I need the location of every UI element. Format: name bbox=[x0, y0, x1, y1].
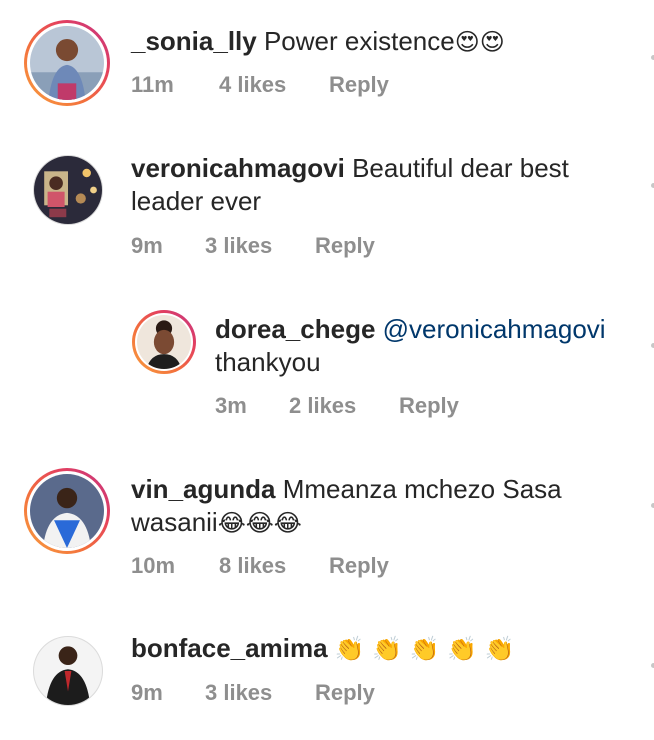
likes-count[interactable]: 8 likes bbox=[219, 553, 286, 579]
timestamp: 10m bbox=[131, 553, 176, 578]
profile-photo-icon bbox=[137, 315, 191, 369]
comment-body: Power existence bbox=[263, 26, 455, 56]
username[interactable]: dorea_chege bbox=[215, 314, 375, 344]
avatar[interactable] bbox=[33, 155, 103, 225]
likes-count[interactable]: 4 likes bbox=[219, 72, 286, 98]
likes-count[interactable]: 3 likes bbox=[205, 233, 272, 259]
timestamp: 11m bbox=[131, 72, 174, 97]
laughing-emoji: 😂😂😂 bbox=[217, 509, 302, 537]
comment-body: thankyou bbox=[215, 347, 321, 377]
comment-body: Beautiful dear best bbox=[352, 153, 569, 183]
profile-photo-icon bbox=[34, 637, 102, 705]
profile-photo-icon bbox=[30, 26, 104, 100]
avatar[interactable] bbox=[24, 468, 110, 554]
profile-photo-icon bbox=[34, 156, 102, 224]
username[interactable]: bonface_amima bbox=[131, 633, 328, 663]
reply-button[interactable]: Reply bbox=[399, 393, 459, 419]
comment-text: _sonia_lly Power existence😍😍 bbox=[131, 25, 505, 59]
likes-count[interactable]: 3 likes bbox=[205, 680, 272, 706]
reply-button[interactable]: Reply bbox=[315, 680, 375, 706]
timestamp: 9m bbox=[131, 233, 163, 258]
reply-button[interactable]: Reply bbox=[315, 233, 375, 259]
comment-body-line2: leader ever bbox=[131, 186, 262, 216]
mention-link[interactable]: @veronicahmagovi bbox=[383, 314, 606, 344]
avatar[interactable] bbox=[24, 20, 110, 106]
comment-text: bonface_amima 👏 👏 👏 👏 👏 bbox=[131, 632, 515, 666]
reply-button[interactable]: Reply bbox=[329, 72, 389, 98]
reply-button[interactable]: Reply bbox=[329, 553, 389, 579]
comment-body: Mmeanza mchezo Sasa bbox=[282, 474, 562, 504]
timestamp: 9m bbox=[131, 680, 163, 705]
comment-body-line2: wasanii bbox=[131, 507, 218, 537]
heart-eyes-emoji: 😍😍 bbox=[454, 28, 505, 56]
comment-text: vin_agunda Mmeanza mchezo Sasa wasanii😂😂… bbox=[131, 473, 621, 540]
avatar[interactable] bbox=[33, 636, 103, 706]
profile-photo-icon bbox=[30, 474, 104, 548]
timestamp: 3m bbox=[215, 393, 247, 418]
username[interactable]: vin_agunda bbox=[131, 474, 275, 504]
comment-text: veronicahmagovi Beautiful dear best lead… bbox=[131, 152, 621, 218]
likes-count[interactable]: 2 likes bbox=[289, 393, 356, 419]
clapping-emoji: 👏 👏 👏 👏 👏 bbox=[334, 635, 515, 663]
username[interactable]: veronicahmagovi bbox=[131, 153, 345, 183]
username[interactable]: _sonia_lly bbox=[131, 26, 257, 56]
avatar[interactable] bbox=[132, 310, 196, 374]
comment-text: dorea_chege @veronicahmagovi thankyou bbox=[215, 313, 635, 379]
